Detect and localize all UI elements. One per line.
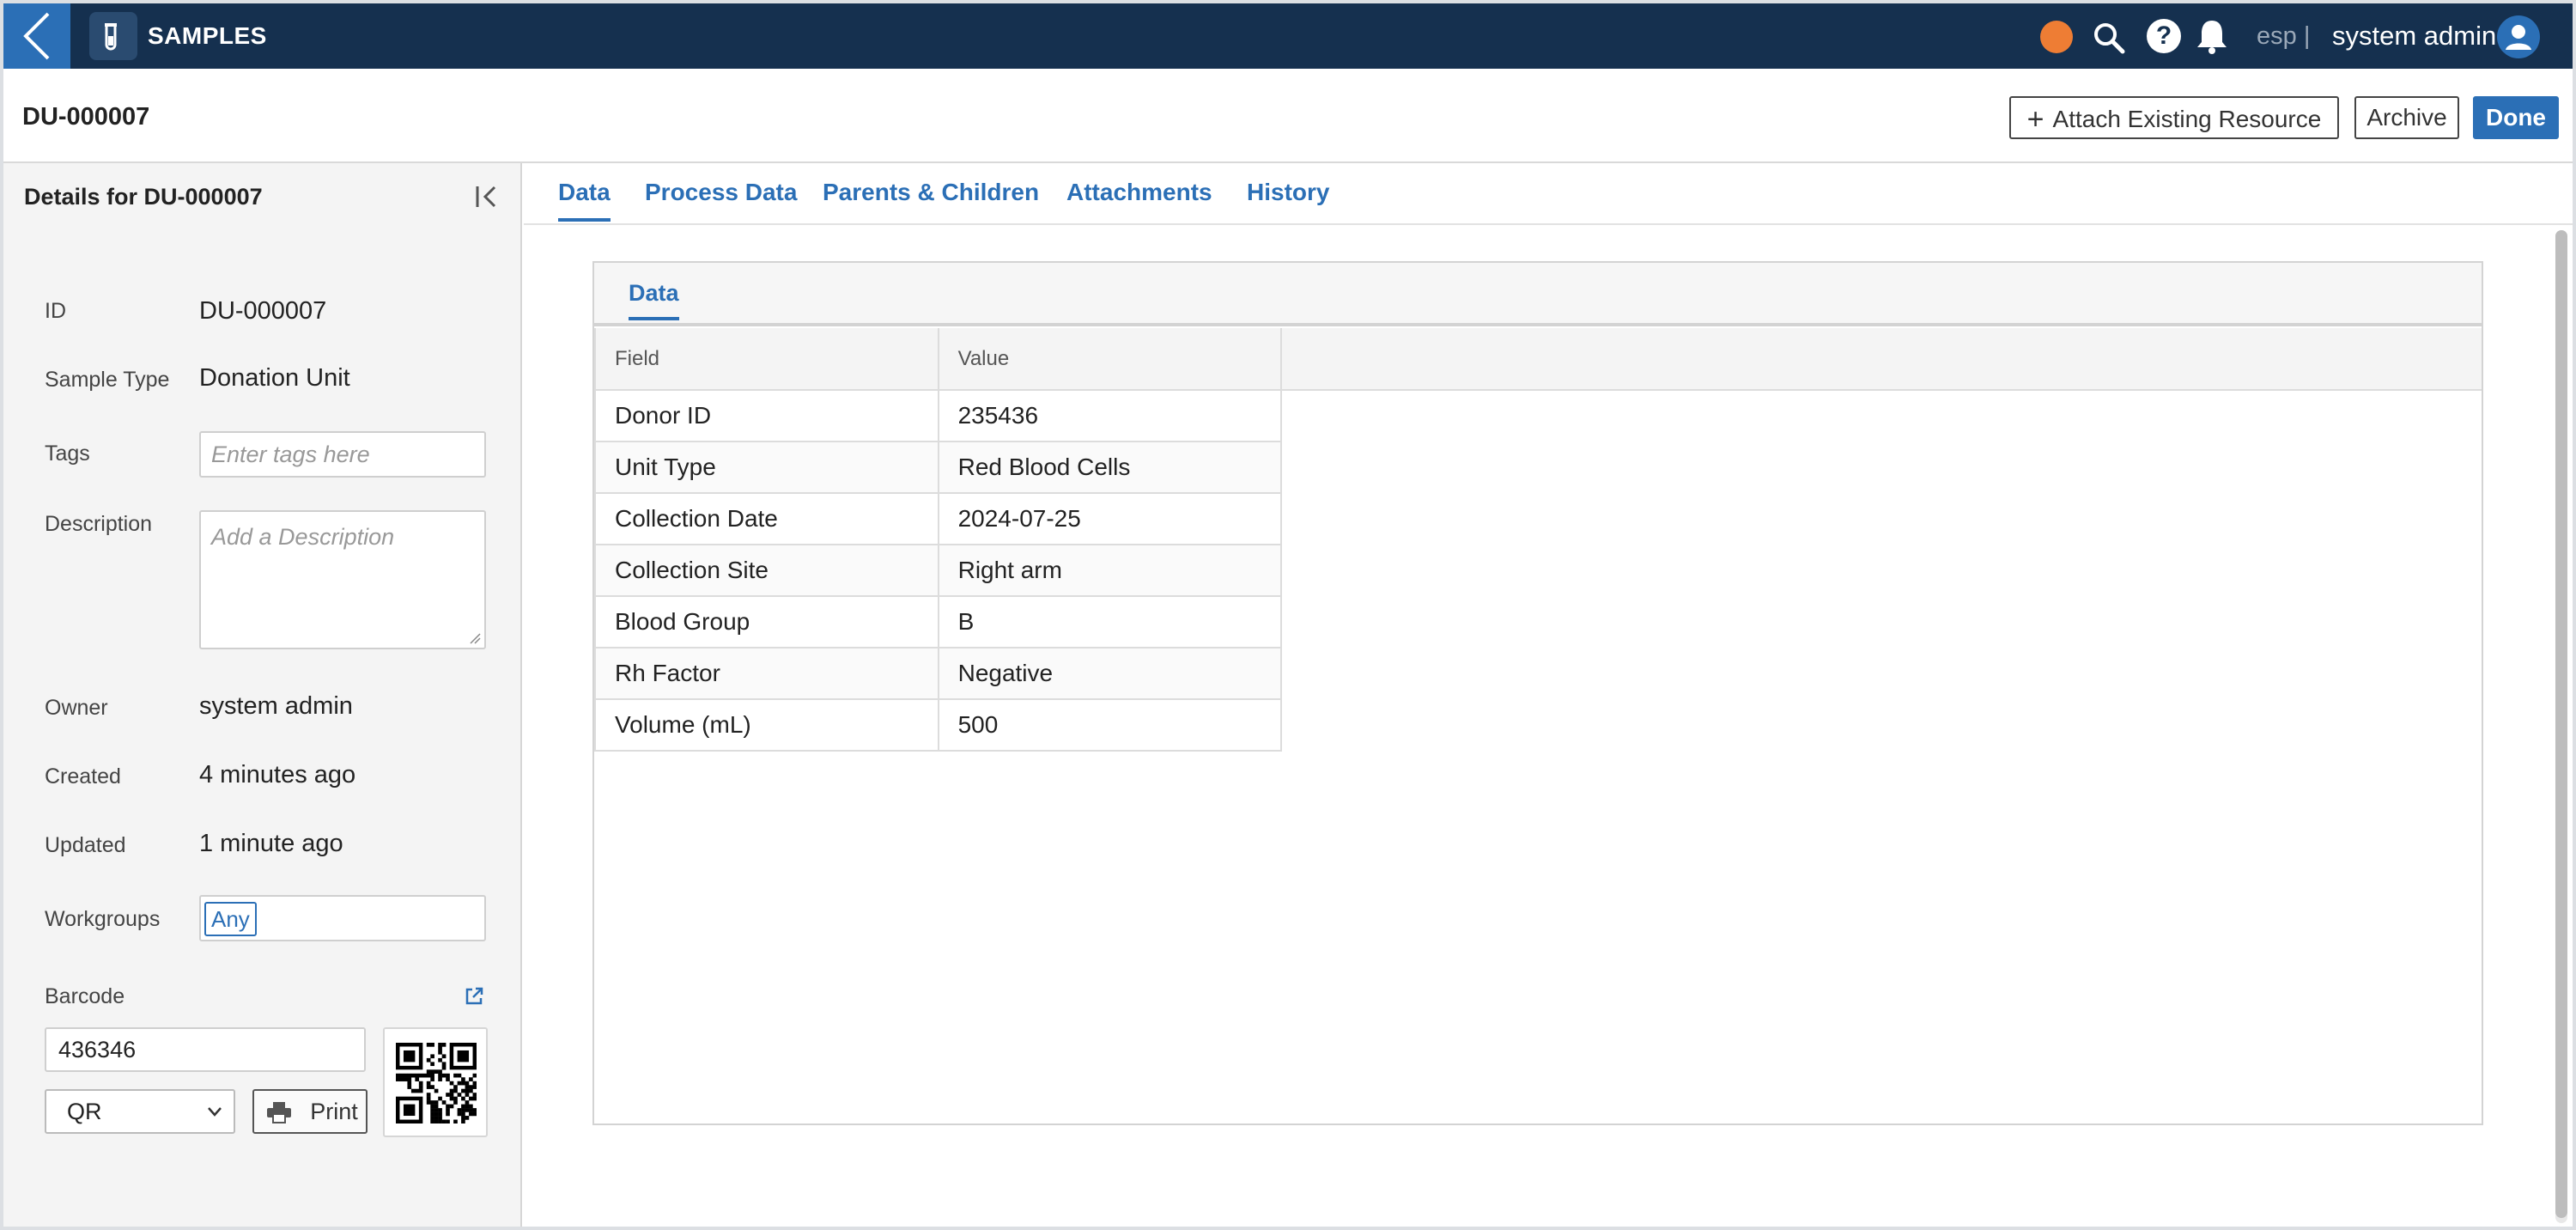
description-label: Description — [45, 512, 153, 536]
spacer-cell — [1281, 441, 2482, 493]
sample-type-value: Donation Unit — [199, 364, 350, 392]
value-cell[interactable]: 235436 — [937, 389, 1283, 442]
value-cell[interactable]: Right arm — [937, 544, 1283, 597]
attach-existing-resource-button[interactable]: + Attach Existing Resource — [2009, 96, 2339, 139]
data-card: Data Field Value Donor ID 235436 Unit Typ… — [592, 261, 2483, 1125]
tab-process-data[interactable]: Process Data — [645, 179, 797, 206]
data-card-header: Data — [594, 263, 2482, 326]
resize-grip-icon[interactable] — [469, 632, 481, 644]
test-tube-icon — [89, 12, 137, 60]
data-table: Field Value Donor ID 235436 Unit Type Red … — [594, 328, 2482, 752]
value-cell[interactable]: 2024-07-25 — [937, 492, 1283, 545]
tab-attachments[interactable]: Attachments — [1066, 179, 1212, 206]
value-cell[interactable]: B — [937, 595, 1283, 648]
details-panel: Details for DU-000007 ID DU-000007 Sampl… — [3, 163, 522, 1227]
table-row[interactable]: Collection Date 2024-07-25 — [594, 492, 2482, 545]
description-placeholder: Add a Description — [211, 524, 395, 550]
value-cell[interactable]: Red Blood Cells — [937, 441, 1283, 494]
workgroup-chip[interactable]: Any — [204, 902, 257, 936]
column-header-field[interactable]: Field — [594, 328, 939, 391]
workgroups-input[interactable]: Any — [199, 895, 486, 941]
user-avatar-icon[interactable] — [2497, 15, 2540, 58]
details-title: Details for DU-000007 — [24, 184, 263, 210]
table-row[interactable]: Rh Factor Negative — [594, 647, 2482, 700]
page-header: DU-000007 + Attach Existing Resource Arch… — [3, 69, 2573, 163]
vertical-scrollbar[interactable] — [2555, 230, 2567, 1223]
search-icon[interactable] — [2092, 21, 2126, 55]
back-button[interactable] — [3, 3, 70, 69]
barcode-type-value: QR — [67, 1099, 102, 1124]
created-value: 4 minutes ago — [199, 761, 356, 789]
spacer-cell — [1281, 596, 2482, 648]
table-row[interactable]: Donor ID 235436 — [594, 389, 2482, 442]
tab-bar: Data Process Data Parents & Children Att… — [524, 163, 2573, 225]
id-label: ID — [45, 299, 66, 323]
done-button[interactable]: Done — [2473, 96, 2559, 139]
print-label: Print — [310, 1099, 358, 1124]
archive-button[interactable]: Archive — [2354, 96, 2459, 139]
value-cell[interactable]: 500 — [937, 698, 1283, 752]
chevron-down-icon — [208, 1107, 222, 1117]
printer-icon — [267, 1102, 291, 1123]
owner-label: Owner — [45, 696, 108, 720]
spacer-cell — [1281, 390, 2482, 441]
field-cell: Unit Type — [594, 441, 939, 494]
tab-history[interactable]: History — [1247, 179, 1329, 206]
barcode-label: Barcode — [45, 984, 125, 1008]
field-cell: Collection Date — [594, 492, 939, 545]
tab-parents-children[interactable]: Parents & Children — [823, 179, 1039, 206]
owner-value: system admin — [199, 692, 353, 720]
spacer-cell — [1281, 545, 2482, 596]
workgroups-label: Workgroups — [45, 907, 161, 931]
barcode-input[interactable]: 436346 — [45, 1027, 366, 1072]
page-title: DU-000007 — [22, 103, 150, 131]
sample-type-label: Sample Type — [45, 368, 170, 392]
collapse-panel-icon[interactable] — [474, 184, 500, 210]
value-cell[interactable]: Negative — [937, 647, 1283, 700]
field-cell: Donor ID — [594, 389, 939, 442]
created-label: Created — [45, 764, 121, 789]
id-value: DU-000007 — [199, 297, 327, 325]
table-row[interactable]: Unit Type Red Blood Cells — [594, 441, 2482, 494]
field-cell: Rh Factor — [594, 647, 939, 700]
bell-icon[interactable] — [2195, 17, 2229, 55]
updated-value: 1 minute ago — [199, 830, 343, 857]
print-button[interactable]: Print — [252, 1089, 368, 1134]
back-chevron-icon — [23, 12, 50, 60]
qr-code-image — [396, 1043, 477, 1123]
table-row[interactable]: Collection Site Right arm — [594, 544, 2482, 597]
field-cell: Blood Group — [594, 595, 939, 648]
description-textarea[interactable]: Add a Description — [199, 510, 486, 649]
plus-icon: + — [2026, 103, 2044, 136]
spacer-cell — [1281, 493, 2482, 545]
status-indicator[interactable] — [2040, 21, 2073, 53]
tags-label: Tags — [45, 441, 90, 466]
updated-label: Updated — [45, 833, 126, 857]
external-link-icon[interactable] — [464, 986, 484, 1007]
help-icon[interactable]: ? — [2147, 19, 2181, 53]
main-content: Data Process Data Parents & Children Att… — [524, 163, 2573, 1227]
spacer-cell — [1281, 648, 2482, 699]
attach-label: Attach Existing Resource — [2052, 106, 2322, 132]
table-row[interactable]: Blood Group B — [594, 595, 2482, 648]
app-title: SAMPLES — [148, 22, 267, 49]
tab-data[interactable]: Data — [558, 179, 611, 222]
field-cell: Volume (mL) — [594, 698, 939, 752]
spacer-cell — [1281, 699, 2482, 751]
app-window: SAMPLES ? esp | system admin DU-000007 +… — [3, 3, 2573, 1227]
column-header-value[interactable]: Value — [937, 328, 1283, 391]
qr-code — [383, 1027, 488, 1137]
user-name[interactable]: system admin — [2332, 21, 2496, 52]
scrollbar-thumb[interactable] — [2555, 230, 2567, 1218]
field-cell: Collection Site — [594, 544, 939, 597]
data-card-tab[interactable]: Data — [629, 280, 679, 320]
tags-input[interactable]: Enter tags here — [199, 431, 486, 478]
barcode-type-select[interactable]: QR — [45, 1089, 235, 1134]
table-row[interactable]: Volume (mL) 500 — [594, 698, 2482, 752]
environment-label: esp | — [2257, 22, 2311, 50]
column-header-spacer — [1280, 328, 2482, 391]
top-nav-bar: SAMPLES ? esp | system admin — [3, 3, 2573, 69]
